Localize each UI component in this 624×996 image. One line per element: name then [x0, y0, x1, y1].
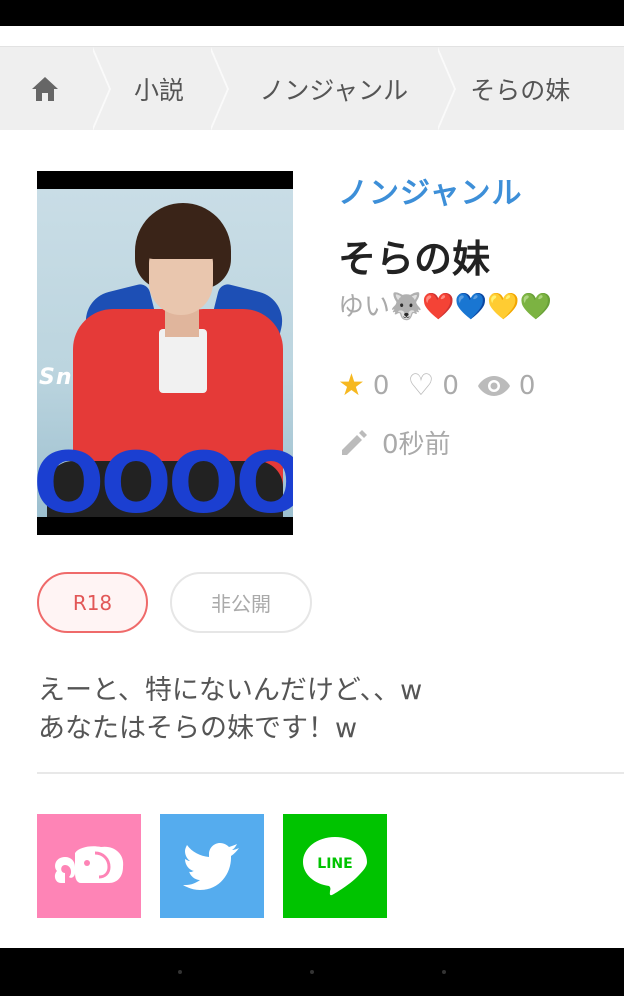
cover-big-text: OΟΟΟ: [37, 434, 293, 517]
description: えーと、特にないんだけど、、w あなたはそらの妹です！w: [38, 672, 422, 748]
share-line-button[interactable]: LINE: [283, 814, 387, 918]
navigation-bar: [0, 948, 624, 996]
r18-badge: R18: [37, 572, 148, 633]
line-label: LINE: [317, 856, 352, 872]
book-title: そらの妹: [338, 237, 491, 281]
elephant-icon: [54, 846, 124, 883]
author-name[interactable]: ゆい🐺❤️💙💛💚: [338, 286, 552, 323]
description-line: えーと、特にないんだけど、、w: [38, 675, 423, 706]
updated-time: 0秒前: [382, 430, 451, 460]
genre-link[interactable]: ノンジャンル: [338, 168, 523, 212]
share-twitter-button[interactable]: [160, 814, 264, 918]
breadcrumb: 小説 ノンジャンル そらの妹: [0, 46, 624, 130]
line-icon: LINE: [303, 837, 367, 896]
description-line: あなたはそらの妹です！w: [38, 713, 358, 744]
star-count: ★ 0: [338, 368, 390, 403]
stats-row: ★ 0 ♡ 0 0: [338, 368, 553, 404]
eye-icon: [477, 376, 510, 396]
breadcrumb-item-label: そらの妹: [470, 75, 571, 105]
twitter-bird-icon: [183, 843, 239, 890]
updated-row: 0秒前: [338, 424, 451, 461]
view-count: 0: [477, 371, 535, 401]
breadcrumb-item-label: ノンジャンル: [259, 75, 409, 105]
nav-home-icon[interactable]: [310, 970, 314, 974]
nav-recents-icon[interactable]: [442, 970, 446, 974]
top-spacer: [0, 26, 624, 46]
breadcrumb-item-title[interactable]: そらの妹: [436, 47, 624, 130]
cover-logo-text: Sn: [39, 365, 73, 390]
heart-icon: ♡: [407, 368, 435, 403]
private-badge: 非公開: [170, 572, 312, 633]
share-elephant-button[interactable]: [37, 814, 141, 918]
book-cover-image[interactable]: Sn OΟΟΟ: [37, 171, 293, 535]
divider: [37, 772, 624, 774]
like-count: ♡ 0: [407, 368, 459, 403]
breadcrumb-home[interactable]: [0, 47, 111, 130]
home-icon: [32, 76, 59, 101]
status-bar: [0, 0, 624, 26]
nav-back-icon[interactable]: [178, 970, 182, 974]
breadcrumb-item-label: 小説: [133, 75, 184, 105]
breadcrumb-item-genre[interactable]: ノンジャンル: [209, 47, 457, 130]
pencil-icon: [342, 429, 367, 455]
star-icon: ★: [338, 368, 365, 403]
